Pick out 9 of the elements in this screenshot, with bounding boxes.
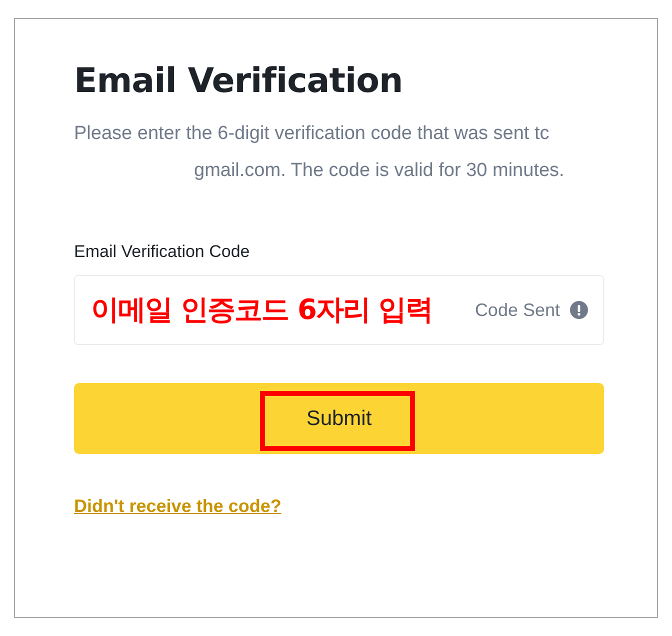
- code-sent-text: Code Sent: [474, 300, 560, 320]
- code-input-field[interactable]: 이메일 인증코드 6자리 입력 Code Sent: [74, 275, 604, 345]
- annotation-text: 이메일 인증코드 6자리 입력: [91, 292, 434, 328]
- page-title: Email Verification: [74, 60, 404, 103]
- alert-icon: [570, 301, 588, 319]
- resend-link[interactable]: Didn't receive the code?: [74, 496, 282, 517]
- field-label: Email Verification Code: [74, 241, 251, 263]
- submit-button[interactable]: Submit: [74, 383, 604, 454]
- instruction-text: Please enter the 6-digit verification code that was sent tc gmail.com. The code is valid for 30 minutes.: [74, 122, 566, 183]
